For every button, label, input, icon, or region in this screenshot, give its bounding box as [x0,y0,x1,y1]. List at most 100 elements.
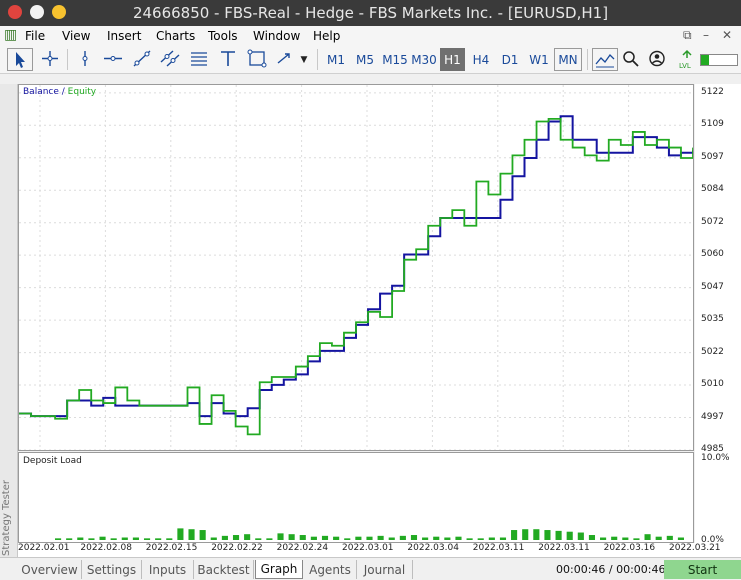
x-tick-label: 2022.02.01 [18,543,70,553]
x-tick-label: 2022.03.16 [603,543,656,553]
menu-window[interactable]: Window [253,29,300,43]
timeframe-d1-button[interactable]: D1 [497,48,523,71]
y-tick-label: 5122 [701,86,724,97]
timeframe-h1-button[interactable]: H1 [440,48,465,71]
deposit-load-bar [577,532,584,540]
deposit-load-bar [143,538,151,540]
shapes-tool-button[interactable] [245,48,269,71]
deposit-load-bar [499,537,507,540]
vertical-line-tool-button[interactable] [73,48,97,71]
tab-backtest[interactable]: Backtest [194,560,254,579]
deposit-load-bar [132,537,139,540]
x-tick-label: 2022.03.11 [538,543,590,553]
deposit-load-bar [277,533,284,540]
deposit-load-bar [355,536,362,540]
deposit-load-bar [666,535,673,540]
y-axis: 10.0% 0.0% 5122 5109 5097 5084 5072 5060 5047 5… [695,84,741,545]
timeframe-m30-button[interactable]: M30 [410,48,438,71]
restore-chart-icon[interactable]: ⧉ [683,28,692,43]
chart-legend: Balance / Equity [23,87,96,97]
deposit-load-bar [555,530,562,540]
timeframe-m5-button[interactable]: M5 [352,48,378,71]
deposit-load-bar [433,536,440,540]
y-tick-label: 5022 [701,346,724,357]
timeframe-h4-button[interactable]: H4 [468,48,494,71]
deposit-load-bar [622,537,629,540]
series-line-equity [19,117,693,436]
deposit-load-bar [655,536,662,540]
menu-tools[interactable]: Tools [208,29,238,43]
deposit-load-bar [110,538,117,540]
x-tick-label: 2022.03.11 [472,543,525,553]
equidistant-channel-tool-button[interactable] [158,48,182,71]
deposit-load-bar [66,538,73,540]
chevron-down-icon: ▼ [300,54,308,65]
y-tick-label: 5035 [701,314,724,325]
menu-charts[interactable]: Charts [156,29,195,43]
menu-view[interactable]: View [62,29,90,43]
timeframe-mn-button[interactable]: MN [554,48,582,71]
search-button[interactable] [620,48,642,71]
deposit-load-bar [221,535,228,540]
tab-journal[interactable]: Journal [357,560,413,579]
start-button[interactable]: Start [664,560,741,579]
deposit-load-panel[interactable]: Deposit Load [18,452,694,543]
deposit-load-bar [344,538,351,540]
deposit-load-plot [55,528,684,540]
close-chart-icon[interactable]: ✕ [722,28,732,42]
arrows-icon [277,53,290,64]
arrows-tool-button[interactable] [272,48,296,71]
deposit-load-bar [444,537,451,540]
deposit-load-bar [588,535,596,540]
deposit-load-bar [566,531,573,540]
menu-bar: ▥ File View Insert Charts Tools Window H… [0,26,741,46]
tab-overview[interactable]: Overview [18,560,82,579]
deposit-load-bar [77,537,84,540]
balance-equity-chart[interactable]: Balance / Equity [18,84,694,451]
deposit-load-bar [377,535,384,540]
tab-agents[interactable]: Agents [304,560,357,579]
title-bar: 24666850 - FBS-Real - Hedge - FBS Market… [0,0,741,26]
horizontal-line-tool-button[interactable] [101,48,125,71]
deposit-load-bar [288,534,295,540]
menu-file[interactable]: File [25,29,45,43]
y-tick-label: 4997 [701,411,724,422]
deposit-load-max-label: 10.0% [701,453,730,463]
trendline-icon [133,50,151,67]
deposit-load-bar [244,534,251,540]
y-tick-label: 5060 [701,249,724,260]
legend-balance: Balance [23,87,59,97]
more-tools-dropdown[interactable]: ▼ [297,48,311,71]
minimize-chart-icon[interactable]: – [703,28,709,42]
timeframe-m1-button[interactable]: M1 [323,48,349,71]
crosshair-tool-button[interactable] [38,48,62,71]
strategy-tester-side-tab[interactable]: Strategy Tester [0,84,18,560]
deposit-load-bar [633,538,640,540]
menu-help[interactable]: Help [313,29,340,43]
toolbar: ▼ M1 M5 M15 M30 H1 H4 D1 W1 MN LVL [0,46,741,74]
tab-graph[interactable]: Graph [255,560,303,579]
tab-inputs[interactable]: Inputs [142,560,194,579]
menu-insert[interactable]: Insert [107,29,141,43]
account-button[interactable] [646,48,668,71]
horizontal-line-icon [104,56,122,61]
y-tick-label: 4985 [701,444,724,454]
y-tick-label: 5084 [701,184,724,195]
deposit-load-label: Deposit Load [23,456,82,466]
signal-lvl-icon: LVL [679,49,692,70]
tab-settings[interactable]: Settings [82,560,142,579]
indicators-button[interactable] [592,48,618,71]
signal-level-button[interactable]: LVL [676,48,698,71]
y-tick-label: 5109 [701,119,724,130]
fibonacci-tool-button[interactable] [187,48,211,71]
deposit-load-bar [188,529,195,540]
timeframe-w1-button[interactable]: W1 [526,48,552,71]
deposit-load-bar [410,535,418,540]
text-tool-button[interactable] [216,48,240,71]
trendline-tool-button[interactable] [130,48,154,71]
indicator-chart-icon [595,53,615,68]
search-icon [623,51,639,67]
timeframe-m15-button[interactable]: M15 [380,48,410,71]
cursor-tool-button[interactable] [7,48,33,71]
fibonacci-icon [191,52,207,66]
